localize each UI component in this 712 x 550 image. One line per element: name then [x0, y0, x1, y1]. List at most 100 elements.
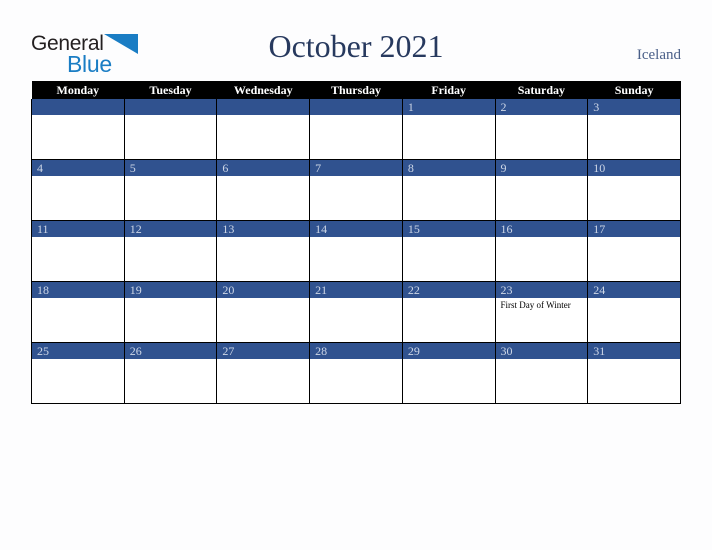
day-number: 26	[124, 343, 217, 359]
day-cell-body	[217, 359, 309, 403]
calendar-day-cell[interactable]: 21	[309, 281, 403, 343]
day-cell-body	[310, 237, 402, 281]
day-number: 11	[32, 221, 124, 237]
calendar-day-cell[interactable]: 18	[31, 281, 125, 343]
day-cell-body	[310, 298, 402, 342]
weekday-header-monday: Monday	[31, 81, 125, 99]
day-cell-body	[310, 359, 402, 403]
day-number: 2	[495, 99, 588, 115]
day-number: 19	[124, 282, 217, 298]
calendar-day-cell[interactable]: 11	[31, 220, 125, 282]
day-number: 28	[310, 343, 402, 359]
day-number: 4	[32, 160, 124, 176]
calendar-day-cell[interactable]: 13	[216, 220, 311, 282]
calendar-day-cell-empty[interactable]	[123, 99, 218, 160]
weekday-header-sunday: Sunday	[587, 81, 681, 99]
calendar-day-cell[interactable]: 26	[123, 342, 218, 404]
day-number: 30	[495, 343, 588, 359]
day-cell-body	[403, 359, 495, 403]
calendar-day-cell[interactable]: 20	[216, 281, 311, 343]
day-cell-body	[217, 237, 309, 281]
calendar-week-row: 123	[31, 99, 681, 160]
calendar-week-row: 4 5 6 7 8 9 10	[31, 159, 681, 221]
day-cell-body	[496, 237, 588, 281]
day-cell-body	[32, 237, 124, 281]
calendar-week-row: 18 19 20 21 22 23 First Day of Winter 24	[31, 281, 681, 343]
calendar-day-cell[interactable]: 17	[587, 220, 681, 282]
day-number: 12	[124, 221, 217, 237]
day-cell-body	[588, 359, 680, 403]
day-cell-body	[125, 359, 217, 403]
calendar-day-cell[interactable]: 12	[123, 220, 218, 282]
day-cell-body	[403, 176, 495, 220]
calendar-day-cell[interactable]: 6	[216, 159, 311, 221]
calendar-day-cell[interactable]: 2	[494, 99, 589, 160]
day-number: 21	[310, 282, 402, 298]
day-cell-body	[310, 176, 402, 220]
day-cell-body	[403, 115, 495, 159]
calendar-day-cell[interactable]: 8	[401, 159, 496, 221]
day-number	[310, 99, 402, 115]
day-cell-body	[496, 176, 588, 220]
day-number	[32, 99, 124, 115]
day-number: 8	[402, 160, 495, 176]
calendar-day-cell[interactable]: 30	[494, 342, 589, 404]
day-number: 23	[495, 282, 588, 298]
calendar-day-cell[interactable]: 31	[587, 342, 681, 404]
day-number	[124, 99, 217, 115]
day-number: 31	[588, 343, 680, 359]
day-cell-body	[32, 298, 124, 342]
calendar-week-row: 11 12 13 14 15 16 17	[31, 220, 681, 282]
calendar-day-cell[interactable]: 10	[587, 159, 681, 221]
day-cell-body: First Day of Winter	[496, 298, 588, 342]
day-cell-body	[403, 298, 495, 342]
calendar-day-cell-empty[interactable]	[216, 99, 311, 160]
weekday-header-wednesday: Wednesday	[216, 81, 310, 99]
calendar-day-cell-empty[interactable]	[31, 99, 125, 160]
day-cell-body	[588, 237, 680, 281]
calendar-day-cell[interactable]: 29	[401, 342, 496, 404]
day-number: 13	[217, 221, 310, 237]
day-number: 15	[402, 221, 495, 237]
calendar-day-cell[interactable]: 7	[309, 159, 403, 221]
calendar-body: 1 2 3 4 5 6 7 8 9 10 11 12 13 14 15 16 17 18 19 20 21 22 23 Fir…	[31, 99, 681, 404]
calendar-day-cell[interactable]: 3	[587, 99, 681, 160]
day-cell-body	[217, 176, 309, 220]
day-number: 27	[217, 343, 310, 359]
calendar-day-cell[interactable]: 5	[123, 159, 218, 221]
weekday-header-tuesday: Tuesday	[124, 81, 217, 99]
calendar-day-cell-empty[interactable]	[309, 99, 403, 160]
day-number: 9	[495, 160, 588, 176]
day-cell-body	[32, 176, 124, 220]
weekday-header-saturday: Saturday	[495, 81, 588, 99]
weekday-header-row: Monday Tuesday Wednesday Thursday Friday Satu…	[31, 81, 681, 99]
calendar-day-cell[interactable]: 14	[309, 220, 403, 282]
calendar-day-cell[interactable]: 28	[309, 342, 403, 404]
calendar-day-cell[interactable]: 22	[401, 281, 496, 343]
holiday-event-label: First Day of Winter	[500, 300, 571, 310]
day-cell-body	[217, 115, 309, 159]
calendar-header-row-group: Monday Tuesday Wednesday Thursday Friday Satu…	[31, 81, 681, 99]
calendar-day-cell[interactable]: 19	[123, 281, 218, 343]
calendar-day-cell[interactable]: 4	[31, 159, 125, 221]
calendar-day-cell[interactable]: 25	[31, 342, 125, 404]
calendar-day-cell[interactable]: 1	[401, 99, 496, 160]
calendar-day-cell[interactable]: 15	[401, 220, 496, 282]
weekday-header-friday: Friday	[402, 81, 496, 99]
day-cell-body	[125, 176, 217, 220]
calendar-day-cell[interactable]: 24	[587, 281, 681, 343]
day-cell-body	[588, 176, 680, 220]
calendar-day-cell[interactable]: 23 First Day of Winter	[494, 281, 589, 343]
day-number: 3	[588, 99, 680, 115]
day-number: 14	[310, 221, 402, 237]
calendar-week-row: 25 26 27 28 29 30 31	[31, 342, 681, 404]
day-cell-body	[125, 237, 217, 281]
day-cell-body	[125, 115, 217, 159]
calendar-day-cell[interactable]: 27	[216, 342, 311, 404]
day-cell-body	[310, 115, 402, 159]
day-cell-body	[32, 115, 124, 159]
day-number: 17	[588, 221, 680, 237]
calendar-day-cell[interactable]: 16	[494, 220, 589, 282]
day-number	[217, 99, 310, 115]
calendar-day-cell[interactable]: 9	[494, 159, 589, 221]
